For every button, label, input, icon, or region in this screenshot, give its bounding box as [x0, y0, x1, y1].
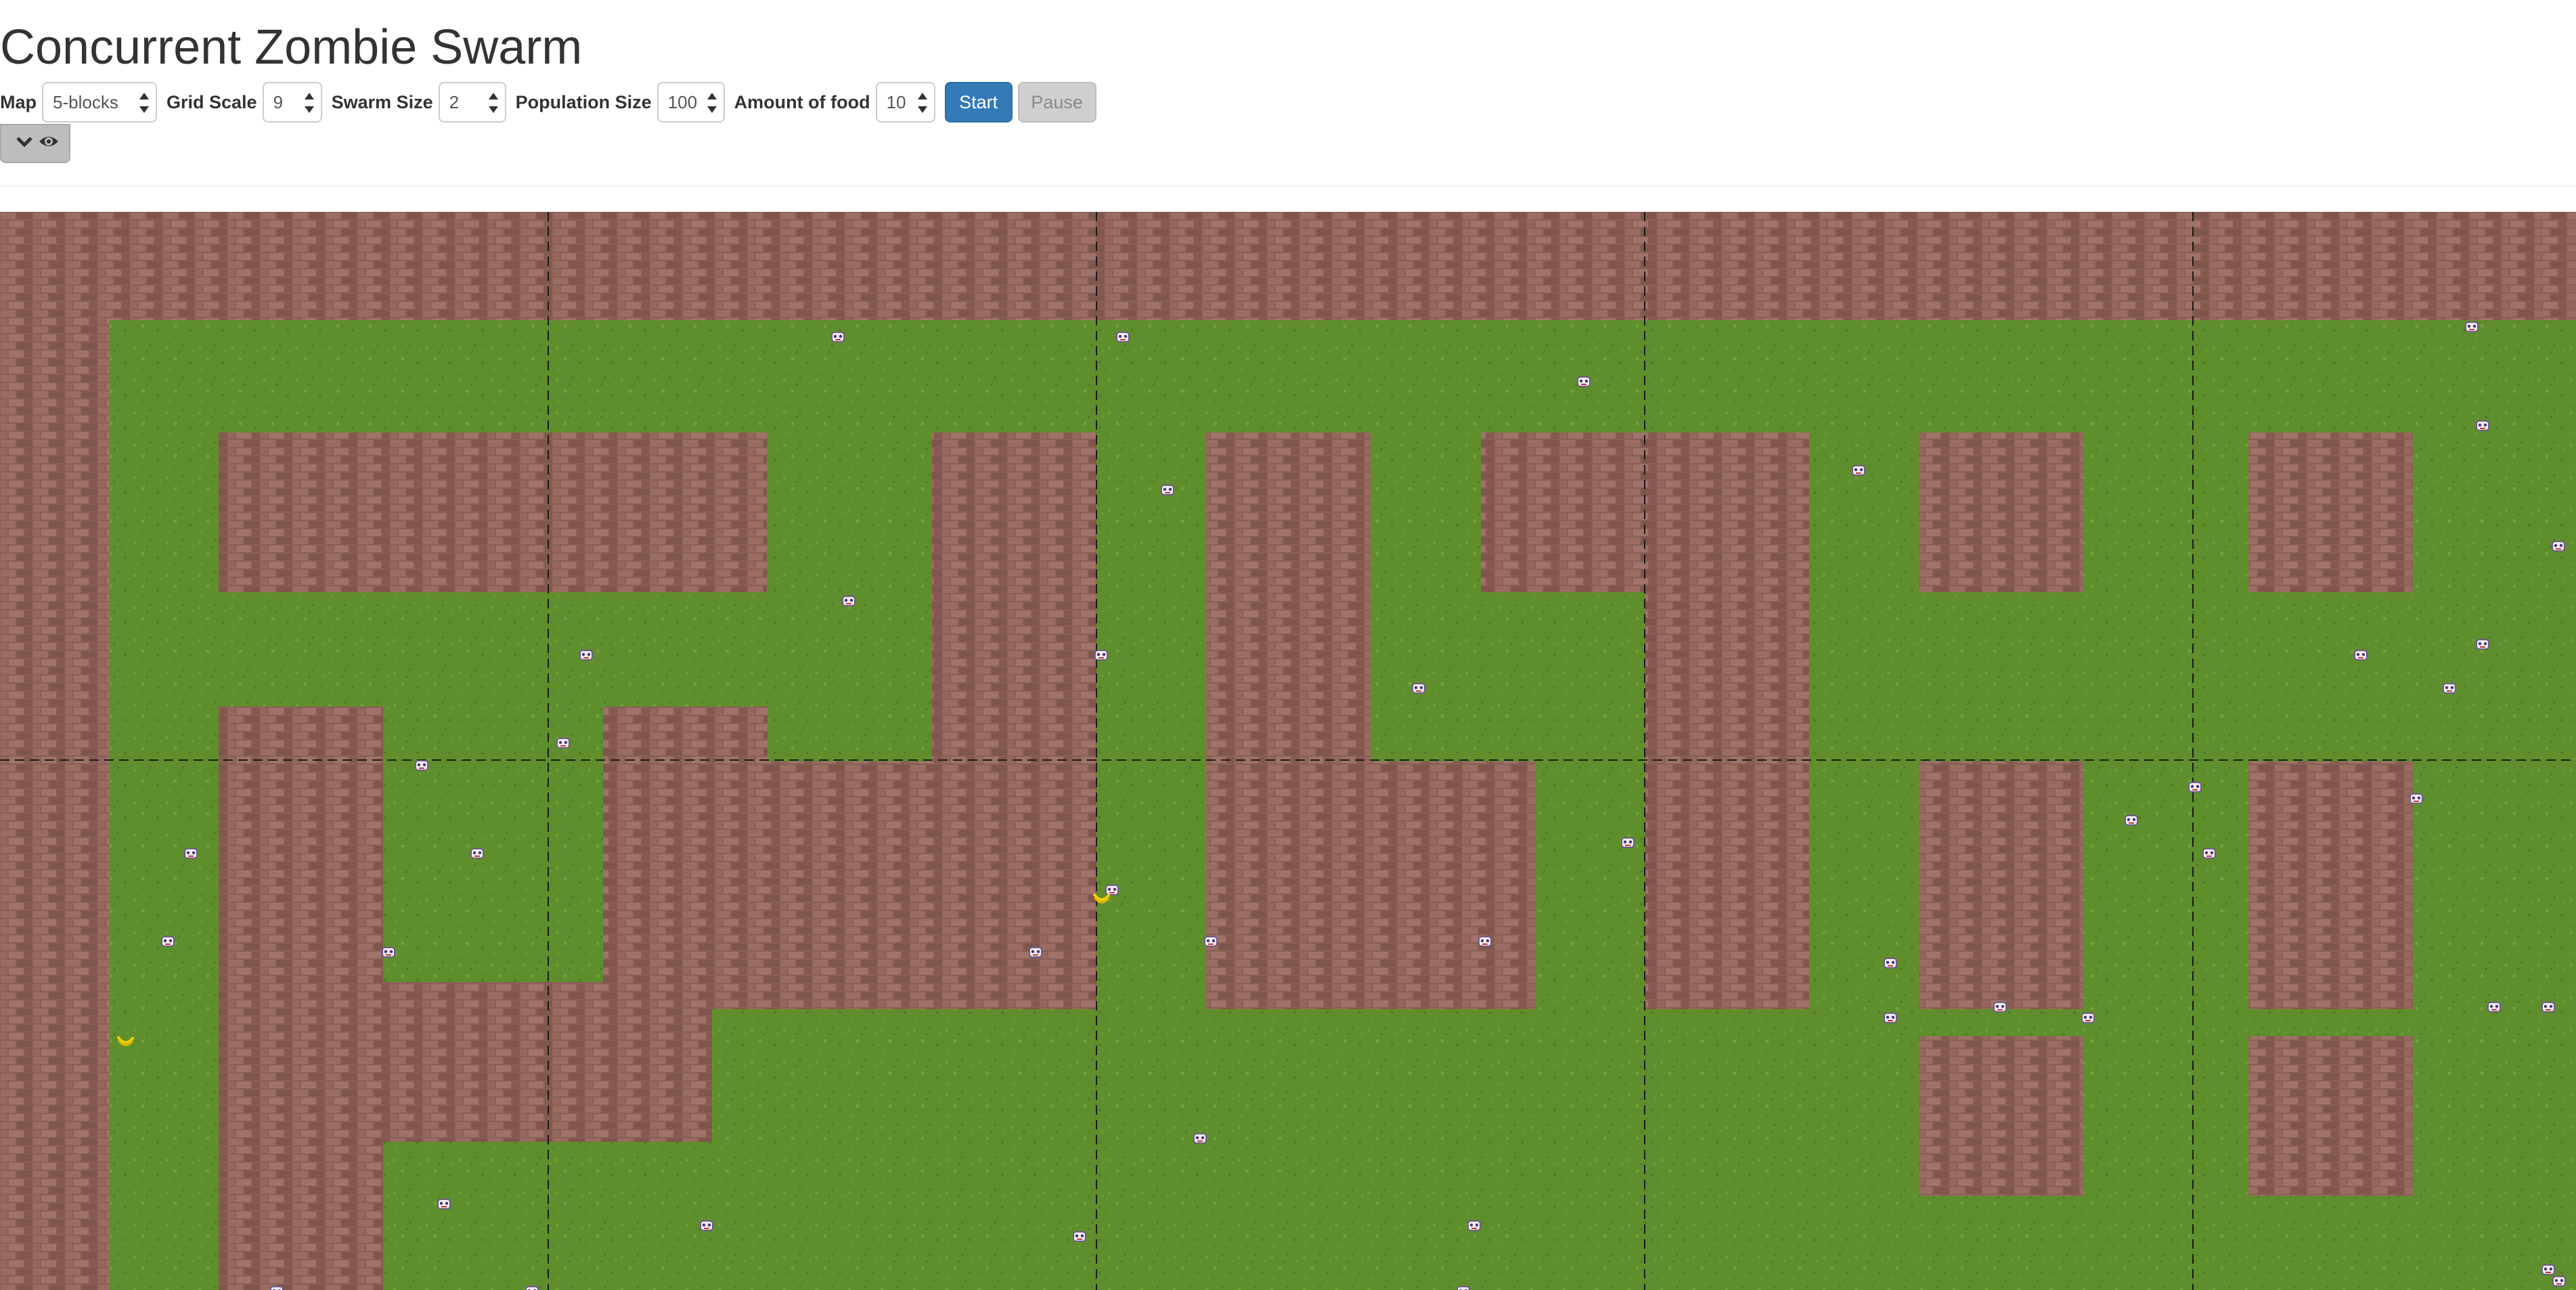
swarm-size-label: Swarm Size	[331, 91, 433, 112]
zombie-sprite	[2410, 793, 2423, 804]
brick-wall-block	[2248, 761, 2413, 1009]
zombie-sprite	[1105, 885, 1119, 895]
brick-wall-block	[1919, 432, 2083, 592]
select-spinner-icon	[488, 93, 498, 113]
zombie-sprite	[2541, 1002, 2555, 1013]
brick-wall-block	[2248, 432, 2413, 592]
brick-wall-block	[603, 761, 1096, 1009]
zombie-sprite	[1161, 485, 1174, 495]
zombie-sprite	[2541, 1264, 2555, 1275]
brick-wall-block	[1206, 432, 1371, 1009]
zombie-sprite	[1412, 683, 1425, 694]
zombie-sprite	[2476, 639, 2489, 650]
zombie-sprite	[2081, 1013, 2095, 1023]
brick-wall-block	[1371, 761, 1535, 1009]
zombie-sprite	[2125, 815, 2138, 826]
eye-icon	[39, 137, 58, 146]
zombie-sprite	[1478, 936, 1492, 947]
app-root: Concurrent Zombie Swarm Map 5-blocks Gri…	[0, 0, 2576, 1290]
zombie-sprite	[2202, 848, 2216, 859]
zombie-sprite	[579, 650, 593, 661]
zombie-sprite	[831, 332, 845, 342]
food-amount-select[interactable]: 10	[875, 82, 935, 123]
zombie-sprite	[2188, 782, 2202, 793]
select-spinner-icon	[139, 93, 149, 113]
brick-wall-block	[1919, 1036, 2083, 1196]
zombie-sprite	[2552, 1276, 2566, 1287]
pause-button[interactable]: Pause	[1017, 82, 1096, 123]
zombie-sprite	[1204, 936, 1218, 947]
brick-wall-block	[1919, 761, 2083, 1009]
zombie-sprite	[1193, 1133, 1207, 1144]
zombie-sprite	[700, 1220, 713, 1231]
zombie-sprite	[270, 1286, 284, 1290]
page-title: Concurrent Zombie Swarm	[0, 20, 583, 74]
zombie-sprite	[1884, 1013, 1897, 1023]
brick-wall-block	[1645, 432, 1809, 1009]
zombie-sprite	[2552, 541, 2565, 552]
population-size-label: Population Size	[515, 91, 652, 112]
zombie-sprite	[2354, 650, 2368, 661]
food-amount-select-value: 10	[886, 92, 906, 112]
zombie-sprite	[2487, 1002, 2501, 1013]
zombie-sprite	[161, 936, 175, 947]
zombie-sprite	[382, 947, 395, 958]
brick-wall-block	[0, 320, 110, 1290]
select-spinner-icon	[917, 93, 927, 113]
zombie-sprite	[1029, 947, 1042, 958]
zombie-sprite	[2465, 321, 2479, 332]
zombie-sprite	[525, 1286, 539, 1290]
brick-wall-block	[219, 707, 383, 1290]
zombie-sprite	[2443, 683, 2456, 694]
zombie-sprite	[437, 1199, 451, 1209]
zombie-sprite	[1073, 1231, 1086, 1242]
brick-wall-block	[0, 212, 2576, 320]
game-map	[0, 212, 2576, 1290]
map-select-value: 5-blocks	[53, 92, 118, 112]
header-divider	[0, 185, 2576, 187]
grid-scale-select[interactable]: 9	[262, 82, 322, 123]
select-spinner-icon	[707, 93, 717, 113]
zombie-sprite	[1852, 465, 1865, 476]
start-button[interactable]: Start	[944, 82, 1013, 123]
map-select[interactable]: 5-blocks	[42, 82, 157, 123]
brick-wall-block	[1481, 432, 1645, 592]
zombie-sprite	[184, 848, 198, 859]
zombie-sprite	[1621, 837, 1635, 848]
zombie-sprite	[1116, 332, 1130, 342]
controls-toolbar: Map 5-blocks Grid Scale 9 Swarm Size 2 P…	[0, 82, 1102, 123]
zombie-sprite	[1094, 650, 1108, 661]
game-canvas[interactable]	[0, 212, 2576, 1290]
select-spinner-icon	[304, 93, 314, 113]
brick-wall-block	[603, 707, 768, 761]
swarm-size-select[interactable]: 2	[438, 82, 506, 123]
swarm-size-select-value: 2	[449, 92, 460, 112]
zombie-sprite	[415, 760, 428, 771]
brick-wall-block	[219, 432, 767, 592]
grid-scale-select-value: 9	[273, 92, 284, 112]
view-toggle-button[interactable]	[0, 124, 70, 163]
food-amount-label: Amount of food	[734, 91, 870, 112]
map-label: Map	[0, 91, 37, 112]
brick-wall-block	[932, 432, 1096, 761]
brick-wall-block	[2248, 1036, 2413, 1196]
zombie-sprite	[1457, 1286, 1470, 1290]
zombie-sprite	[2476, 420, 2489, 431]
zombie-sprite	[556, 738, 570, 749]
population-size-select-value: 100	[667, 92, 698, 112]
zombie-sprite	[1993, 1002, 2007, 1013]
grid-scale-label: Grid Scale	[166, 91, 257, 112]
zombie-sprite	[1884, 958, 1897, 969]
zombie-sprite	[1467, 1220, 1481, 1231]
zombie-sprite	[842, 596, 856, 606]
chevron-down-icon	[16, 137, 32, 148]
zombie-sprite	[1577, 376, 1591, 387]
zombie-sprite	[470, 848, 484, 859]
population-size-select[interactable]: 100	[657, 82, 725, 123]
